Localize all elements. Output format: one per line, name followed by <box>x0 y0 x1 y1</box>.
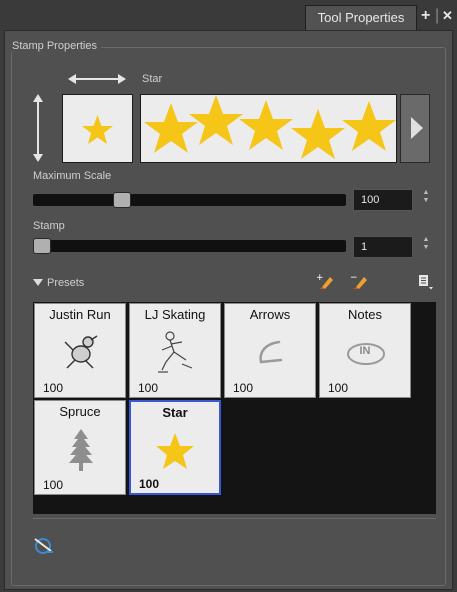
vertical-resize-icon <box>33 94 43 162</box>
running-figure-icon <box>64 335 98 369</box>
preset-lj-skating[interactable]: LJ Skating 100 <box>129 303 221 398</box>
divider <box>33 518 436 519</box>
horizontal-resize-icon <box>68 74 126 84</box>
chevron-right-icon <box>411 117 423 139</box>
star-stroke-icon <box>144 95 396 159</box>
svg-text:+: + <box>316 273 324 283</box>
stamp-single-preview <box>62 94 133 163</box>
svg-text:−: − <box>350 273 358 283</box>
preset-value: 100 <box>43 381 64 395</box>
preset-name: Justin Run <box>49 307 111 322</box>
stamp-name-label: Star <box>142 73 163 85</box>
maximum-scale-label: Maximum Scale <box>33 170 112 182</box>
presets-list: Justin Run 100 LJ Skating 100 Arrows 100… <box>33 302 436 514</box>
star-icon <box>156 433 194 469</box>
preset-value: 100 <box>139 477 160 491</box>
stamp-label: Stamp <box>33 220 65 232</box>
next-preview-button[interactable] <box>400 94 430 163</box>
presets-label[interactable]: Presets <box>47 277 84 289</box>
preset-spruce[interactable]: Spruce 100 <box>34 400 126 495</box>
stamp-slider-thumb[interactable] <box>33 238 51 254</box>
presets-menu-icon[interactable] <box>418 274 434 290</box>
spruce-tree-icon <box>69 429 93 471</box>
maximum-scale-field[interactable]: 100 <box>353 189 413 211</box>
preset-name: LJ Skating <box>144 307 206 322</box>
tab-bar: Tool Properties + | ✕ <box>0 0 457 30</box>
new-preset-icon[interactable]: + <box>316 273 334 289</box>
star-icon <box>82 115 113 144</box>
add-panel-icon[interactable]: + <box>421 8 430 24</box>
stroke-preview-icon[interactable] <box>33 535 55 555</box>
arrow-brush-icon <box>259 340 283 364</box>
tab-tool-properties[interactable]: Tool Properties <box>305 5 417 30</box>
stamp-properties-title: Stamp Properties <box>8 40 101 52</box>
delete-preset-icon[interactable]: − <box>350 273 368 289</box>
maximum-scale-slider[interactable] <box>33 192 346 208</box>
skater-figure-icon <box>158 331 193 373</box>
triangle-down-icon[interactable] <box>33 279 43 287</box>
stamp-slider[interactable] <box>33 238 346 254</box>
maximum-scale-slider-thumb[interactable] <box>113 192 131 208</box>
preset-justin-run[interactable]: Justin Run 100 <box>34 303 126 398</box>
preset-value: 100 <box>138 381 159 395</box>
preset-value: 100 <box>233 381 254 395</box>
preset-notes[interactable]: Notes IN 100 <box>319 303 411 398</box>
stamp-spinner[interactable]: ▲ ▼ <box>421 236 431 252</box>
stamp-field[interactable]: 1 <box>353 236 413 258</box>
preset-name: Star <box>162 405 188 420</box>
panel-separator: | <box>435 7 440 24</box>
maximum-scale-spinner[interactable]: ▲ ▼ <box>421 189 431 205</box>
close-icon[interactable]: ✕ <box>442 8 453 24</box>
preset-arrows[interactable]: Arrows 100 <box>224 303 316 398</box>
note-brush-text: IN <box>359 345 371 357</box>
stamp-stroke-preview <box>140 94 397 163</box>
preset-name: Arrows <box>249 307 291 322</box>
preset-value: 100 <box>43 478 64 492</box>
preset-value: 100 <box>328 381 349 395</box>
preset-name: Spruce <box>59 404 101 419</box>
preset-name: Notes <box>348 307 382 322</box>
preset-star[interactable]: Star 100 <box>129 400 221 495</box>
